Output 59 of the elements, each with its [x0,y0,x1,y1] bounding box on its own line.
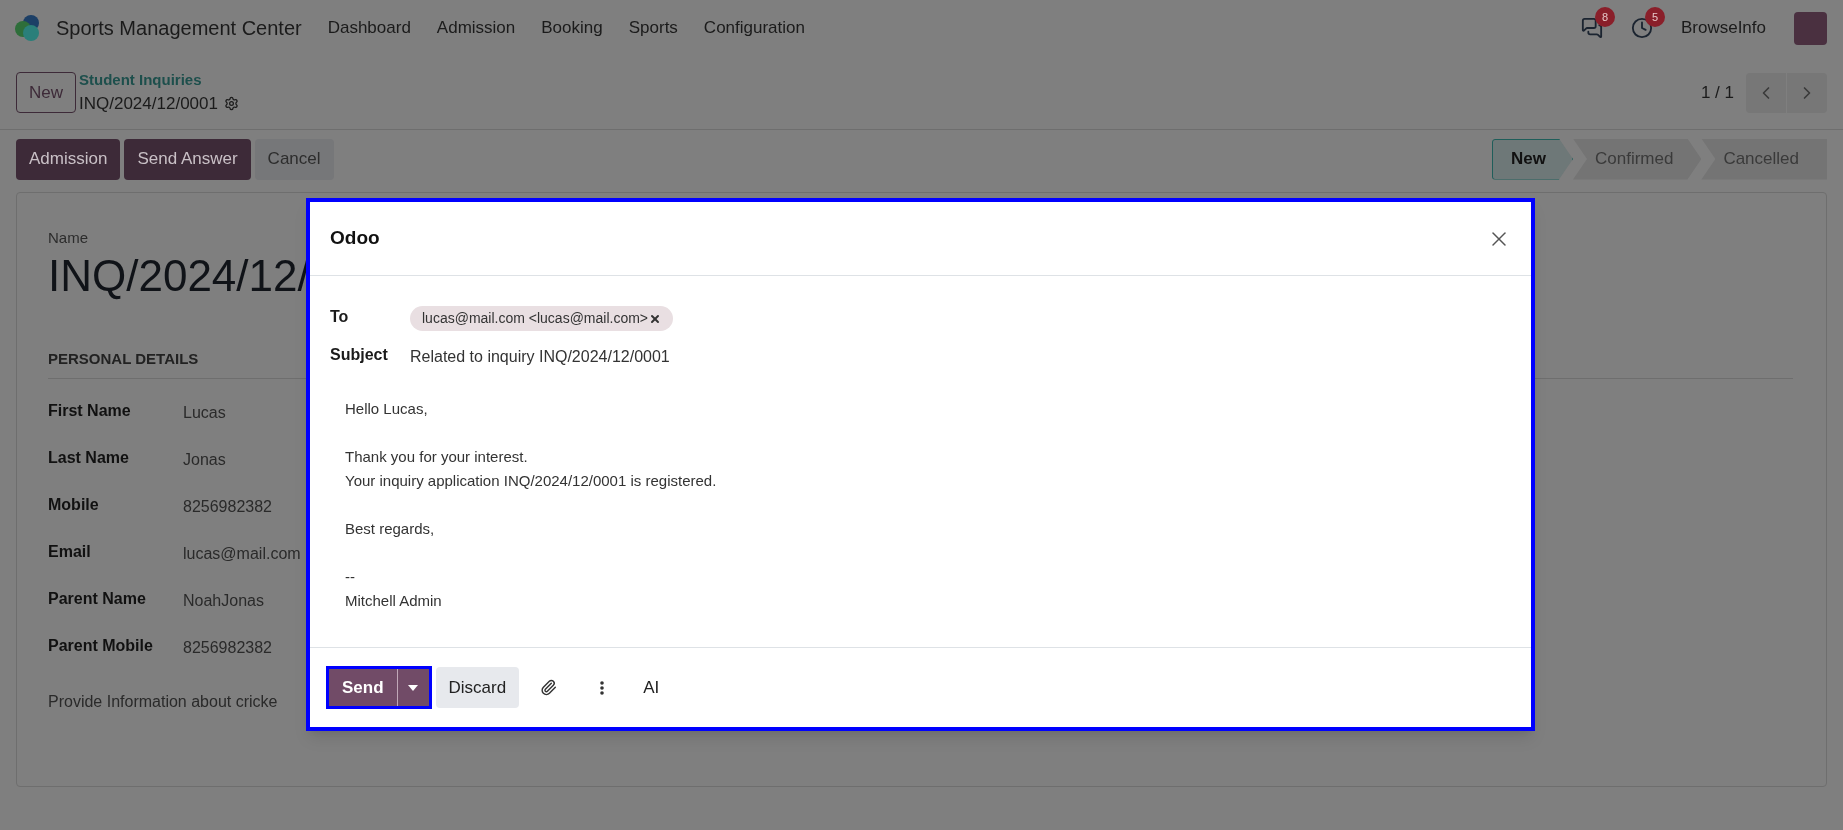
caret-icon [408,684,419,691]
ai-button[interactable]: AI [631,667,672,708]
menu-item[interactable]: Sports [628,15,678,41]
app-logo-icon [14,14,42,42]
menu-item[interactable]: Configuration [703,15,805,41]
record-name: INQ/2024/12/0001 [79,93,218,115]
note-text: Provide Information about cricke [48,692,279,712]
field-label: First Name [48,401,132,421]
app-title: Sports Management Center [56,16,302,41]
field-label: Parent Mobile [48,636,154,656]
field-value: Jonas [183,450,226,470]
activity-count-badge: 5 [1644,7,1665,27]
field-value: NoahJonas [183,591,264,611]
chat-icon[interactable] [1580,17,1603,39]
body-text: Mitchell Admin [345,591,443,611]
body-text: Best regards, [345,519,436,539]
field-label: Last Name [48,448,130,468]
field-value: Lucas [183,403,226,423]
vertical-dots-icon [600,680,605,695]
status-step[interactable]: Cancelled [1701,138,1827,180]
dialog-title: Odoo [330,226,380,251]
new-button[interactable]: New [16,72,76,113]
gear-icon[interactable] [223,96,239,112]
action-button[interactable]: Admission [16,138,121,180]
menu-item[interactable]: Dashboard [327,15,411,41]
field-value: 8256982382 [183,638,272,658]
message-body[interactable]: Hello Lucas, Thank you for your interest. Your inquiry application INQ/2024/12/0001 is registered. Best regards, -- Mitchell Admin [330,397,1511,613]
company-name[interactable]: BrowseInfo [1680,15,1766,41]
field-label: Parent Name [48,589,147,609]
field-value: lucas@mail.com [183,544,301,564]
name-label: Name [48,228,88,248]
subject-label: Subject [330,345,389,365]
action-button[interactable]: Send Answer [124,138,251,180]
menu-item[interactable]: Admission [436,15,516,41]
status-step[interactable]: Confirmed [1572,138,1702,180]
record-title: INQ/2024/12/ [48,249,310,302]
clock-icon[interactable] [1630,17,1653,39]
body-text: Thank you for your interest. [345,447,529,467]
status-step[interactable]: New [1492,138,1573,180]
body-text: Hello Lucas, [345,399,429,419]
to-label: To [330,306,350,327]
avatar[interactable] [1794,11,1827,45]
paperclip-icon [539,679,557,696]
pager-counter: 1 / 1 [1700,81,1734,104]
send-button[interactable]: Send [329,669,398,706]
body-text: Your inquiry application INQ/2024/12/0001 is registered. [345,471,718,491]
field-label: Email [48,542,92,562]
discard-button[interactable]: Discard [435,667,520,708]
field-label: Mobile [48,495,100,515]
subject-field[interactable]: Related to inquiry INQ/2024/12/0001 [410,345,670,369]
field-value: 8256982382 [183,497,272,517]
send-options-button[interactable] [397,669,429,706]
remove-icon[interactable] [649,312,662,325]
body-text: -- [345,567,356,587]
menu-item[interactable]: Booking [541,15,603,41]
message-count-badge: 8 [1594,7,1615,27]
action-button[interactable]: Cancel [254,138,334,180]
breadcrumb-link[interactable]: Student Inquiries [79,68,239,91]
recipient-tag[interactable]: lucas@mail.com <lucas@mail.com> [410,306,674,331]
